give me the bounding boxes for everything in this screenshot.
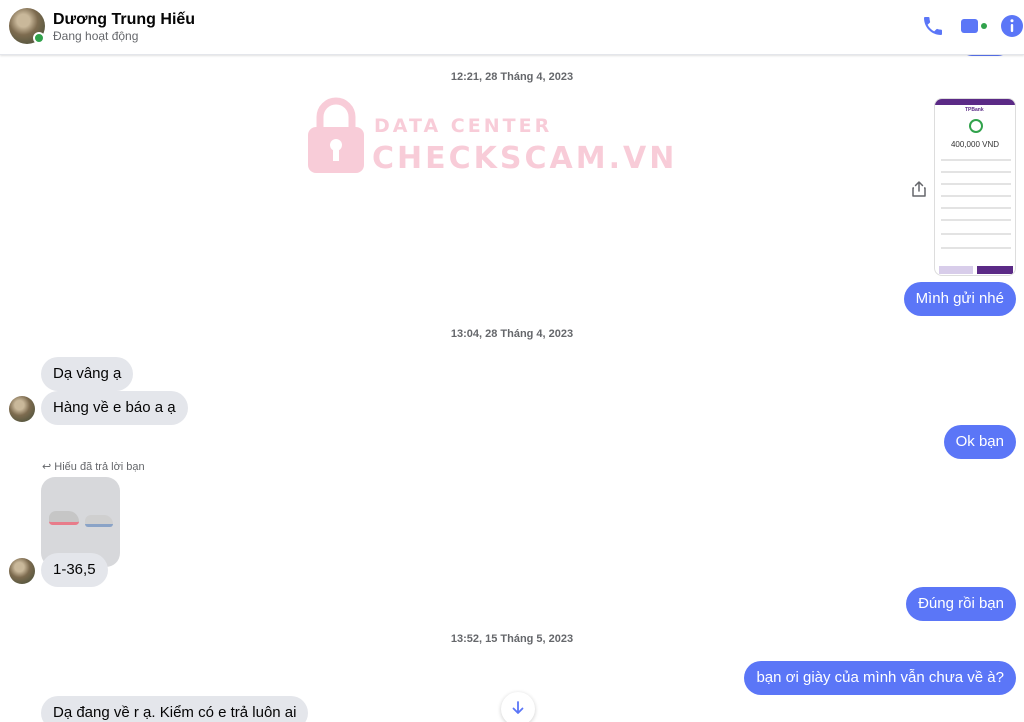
outgoing-message[interactable]: Đúng rồi bạn	[906, 587, 1016, 621]
receipt-line	[941, 171, 1011, 173]
contact-status: Đang hoạt động	[53, 29, 139, 43]
shoe-graphic	[85, 515, 113, 527]
receipt-line	[941, 219, 1011, 221]
receipt-line	[941, 195, 1011, 197]
reply-indicator: ↩ Hiếu đã trả lời bạn	[42, 460, 145, 473]
receipt-amount: 400,000 VND	[950, 140, 1000, 149]
reply-indicator-text: Hiếu đã trả lời bạn	[54, 461, 145, 473]
receipt-line	[941, 183, 1011, 185]
receipt-button	[977, 266, 1013, 274]
receipt-status-bar	[935, 99, 1015, 105]
incoming-message[interactable]: Dạ đang về r ạ. Kiểm có e trả luôn ai	[41, 696, 309, 722]
online-status-dot	[33, 32, 45, 44]
scroll-to-bottom-button[interactable]	[501, 692, 535, 722]
video-icon[interactable]	[960, 14, 988, 38]
arrow-down-icon	[512, 701, 524, 714]
watermark-line2: CHECKSCAM.VN	[372, 141, 678, 176]
phone-icon[interactable]	[921, 14, 945, 38]
receipt-line	[941, 247, 1011, 249]
transfer-receipt-image[interactable]: TPBank 400,000 VND	[934, 98, 1016, 276]
timestamp: 13:04, 28 Tháng 4, 2023	[450, 328, 574, 340]
shoe-graphic	[49, 511, 79, 525]
receipt-line	[941, 233, 1011, 235]
outgoing-message[interactable]: Ok bạn	[943, 425, 1016, 459]
contact-avatar[interactable]	[9, 558, 35, 584]
timestamp: 12:21, 28 Tháng 4, 2023	[450, 71, 574, 83]
incoming-message[interactable]: 1-36,5	[41, 553, 108, 587]
receipt-line	[941, 207, 1011, 209]
outgoing-message[interactable]: Mình gửi nhé	[903, 282, 1016, 316]
timestamp: 13:52, 15 Tháng 5, 2023	[450, 633, 574, 645]
info-icon[interactable]	[1000, 14, 1024, 38]
share-icon[interactable]	[910, 180, 928, 198]
incoming-message[interactable]: Dạ vâng ạ	[41, 357, 134, 391]
contact-avatar[interactable]	[9, 396, 35, 422]
contact-name[interactable]: Dương Trung Hiếu	[53, 11, 195, 29]
lock-icon	[308, 97, 364, 173]
watermark-line1: DATA CENTER	[374, 115, 553, 137]
receipt-brand: TPBank	[965, 107, 984, 113]
outgoing-message[interactable]: bạn ơi giày của mình vẫn chưa về à?	[744, 661, 1016, 695]
reply-arrow-icon: ↩	[42, 461, 55, 473]
watermark-logo: DATA CENTER CHECKSCAM.VN	[306, 97, 674, 179]
success-check-icon	[969, 119, 983, 133]
receipt-button	[939, 266, 973, 274]
receipt-line	[941, 159, 1011, 161]
incoming-message[interactable]: Hàng về e báo a ạ	[41, 391, 188, 425]
conversation-header: Dương Trung Hiếu Đang hoạt động	[0, 0, 1024, 55]
